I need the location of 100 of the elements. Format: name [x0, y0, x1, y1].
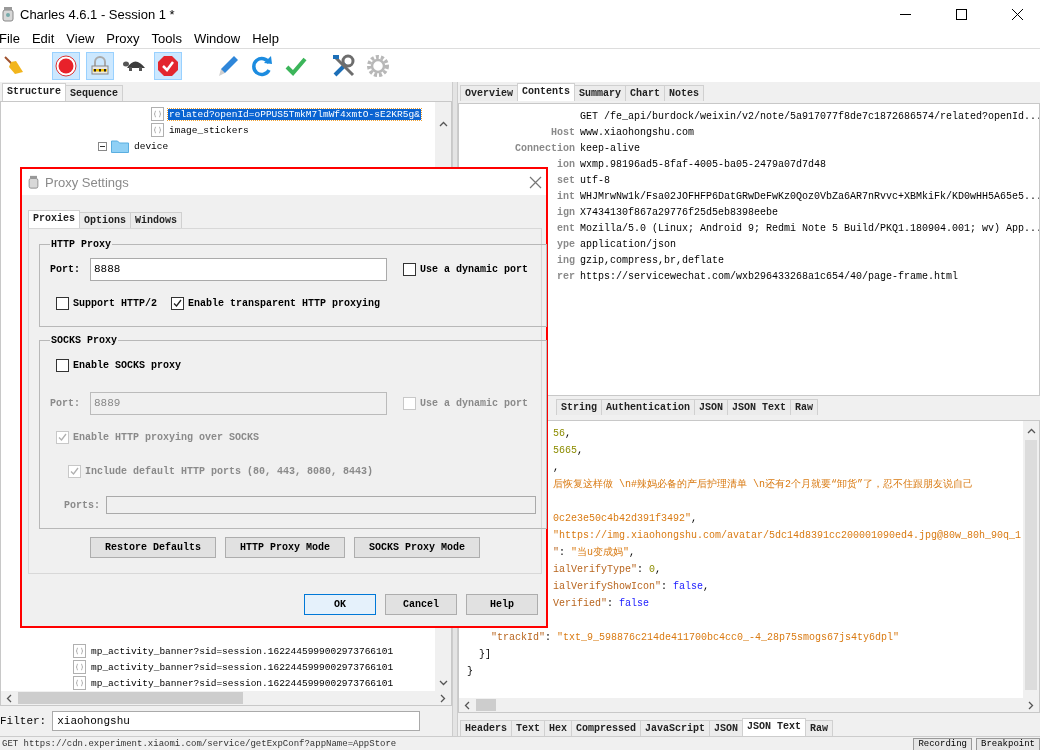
code-line: "https://img.xiaohongshu.com/avatar/5dc14d8391cc200001090ed4.jpg@80w_80h_90q_1: [553, 529, 1023, 543]
ports-label: Ports:: [64, 499, 100, 511]
mode-button[interactable]: SOCKS Proxy Mode: [354, 537, 480, 558]
dialog-button[interactable]: Help: [466, 594, 538, 615]
checkbox[interactable]: [171, 296, 184, 310]
stop-sign-icon: [157, 54, 179, 77]
tab[interactable]: JavaScript: [640, 720, 711, 736]
port-field[interactable]: 8888: [90, 257, 387, 281]
scrollbar-thumb[interactable]: [476, 699, 496, 711]
code-line: Verified": false: [553, 597, 651, 611]
status-button[interactable]: Breakpoint: [976, 737, 1040, 750]
tab[interactable]: Chart: [625, 85, 666, 101]
header-name: int: [557, 190, 575, 202]
dialog-title: Proxy Settings: [45, 174, 129, 190]
header-name: ign: [557, 206, 575, 218]
code-line: ": "当u变成妈",: [553, 545, 637, 560]
app-icon: [2, 6, 14, 22]
header-name: Host: [551, 126, 575, 138]
menu-item[interactable]: Window: [193, 30, 247, 46]
header-name: Connection: [515, 142, 575, 154]
tab[interactable]: JSON Text: [742, 718, 807, 736]
header-value: www.xiaohongshu.com: [580, 126, 695, 138]
tab[interactable]: Overview: [460, 85, 518, 101]
header-name: ing: [557, 254, 575, 266]
tab[interactable]: Structure: [2, 83, 66, 101]
header-name: set: [557, 174, 575, 186]
window-title: Charles 4.6.1 - Session 1 *: [20, 6, 175, 22]
tree-item[interactable]: related?openId=oPPUS5TmkM7lmWf4xmtO-sE2KR5g&: [168, 108, 421, 120]
lock-icon: [89, 54, 111, 77]
refresh-icon: [251, 54, 273, 77]
tab[interactable]: Windows: [130, 212, 183, 228]
tree-item[interactable]: mp_activity_banner?sid=session.1622445999002973766101: [90, 677, 395, 689]
menu-item[interactable]: File: [0, 30, 26, 46]
tab[interactable]: Hex: [544, 720, 573, 736]
scrollbar[interactable]: [1023, 421, 1039, 698]
maximize-icon[interactable]: [956, 8, 967, 20]
mode-button[interactable]: Restore Defaults: [89, 537, 216, 558]
tab[interactable]: Contents: [517, 83, 576, 101]
group-title: HTTP Proxy: [50, 239, 112, 250]
tab[interactable]: Headers: [460, 720, 512, 736]
tree-item[interactable]: device: [133, 140, 170, 152]
checkbox[interactable]: [56, 296, 69, 310]
checkbox-label: Enable transparent HTTP proxying: [188, 297, 381, 309]
code-line: }]: [478, 648, 492, 662]
tab[interactable]: Options: [79, 212, 132, 228]
toolbar-button[interactable]: [154, 51, 182, 80]
folder-icon: [111, 139, 129, 153]
tab[interactable]: Raw: [805, 720, 834, 736]
tools-icon: [332, 53, 356, 78]
mode-button[interactable]: HTTP Proxy Mode: [225, 537, 345, 558]
scrollbar[interactable]: [1, 691, 451, 705]
tab[interactable]: Sequence: [65, 85, 124, 101]
tab[interactable]: JSON Text: [727, 399, 792, 415]
filter-field[interactable]: xiaohongshu: [52, 711, 421, 731]
chevron-up-icon[interactable]: [1026, 427, 1036, 436]
pen-icon: [217, 54, 239, 77]
checkbox[interactable]: [403, 262, 416, 276]
tab[interactable]: String: [556, 399, 602, 415]
code-line: }: [467, 665, 474, 679]
checkbox-label: Use a dynamic port: [420, 397, 529, 409]
tab[interactable]: Proxies: [28, 210, 80, 228]
port-label: Port:: [50, 263, 81, 275]
tab[interactable]: Compressed: [571, 720, 642, 736]
group-title: SOCKS Proxy: [50, 335, 118, 346]
header-value: GET /fe_api/burdock/weixin/v2/note/5a917077f8de7c1872686574/related?openId...: [580, 110, 1039, 122]
chevron-up-icon[interactable]: [438, 120, 448, 129]
menu-item[interactable]: View: [66, 30, 101, 46]
tab[interactable]: Raw: [790, 399, 819, 415]
collapse-icon[interactable]: [98, 141, 107, 151]
menu-item[interactable]: Proxy: [106, 30, 146, 46]
dialog-button[interactable]: OK: [304, 594, 376, 615]
header-value: wxmp.98196ad5-8faf-4005-ba05-2479a07d7d48: [580, 158, 827, 170]
tab[interactable]: Summary: [574, 85, 627, 101]
menu-item[interactable]: Tools: [151, 30, 188, 46]
chevron-down-icon[interactable]: [438, 678, 448, 687]
tree-item[interactable]: image_stickers: [168, 124, 250, 136]
chevron-right-icon[interactable]: [1026, 700, 1035, 710]
scrollbar[interactable]: [459, 698, 1039, 712]
tab[interactable]: JSON: [694, 399, 729, 415]
status-button[interactable]: Recording: [913, 737, 972, 750]
chevron-left-icon[interactable]: [5, 693, 14, 703]
close-icon[interactable]: [1012, 8, 1023, 20]
tree-item[interactable]: mp_activity_banner?sid=session.1622445999002973766101: [90, 661, 395, 673]
tree-item[interactable]: mp_activity_banner?sid=session.1622445999002973766101: [90, 645, 395, 657]
dialog-button[interactable]: Cancel: [385, 594, 457, 615]
file-icon: [73, 676, 86, 690]
chevron-left-icon[interactable]: [463, 700, 472, 710]
tab[interactable]: Text: [511, 720, 546, 736]
tab[interactable]: Authentication: [601, 399, 696, 415]
chevron-right-icon[interactable]: [438, 693, 447, 703]
menu-item[interactable]: Help: [252, 30, 285, 46]
broom-icon: [3, 54, 25, 77]
header-value: utf-8: [580, 174, 610, 186]
menu-item[interactable]: Edit: [31, 30, 61, 46]
scrollbar-thumb[interactable]: [18, 692, 243, 704]
code-line: ,: [553, 461, 560, 475]
tab[interactable]: Notes: [664, 85, 705, 101]
app-icon: [28, 175, 39, 189]
ports-field[interactable]: [106, 496, 537, 514]
tab[interactable]: JSON: [709, 720, 744, 736]
